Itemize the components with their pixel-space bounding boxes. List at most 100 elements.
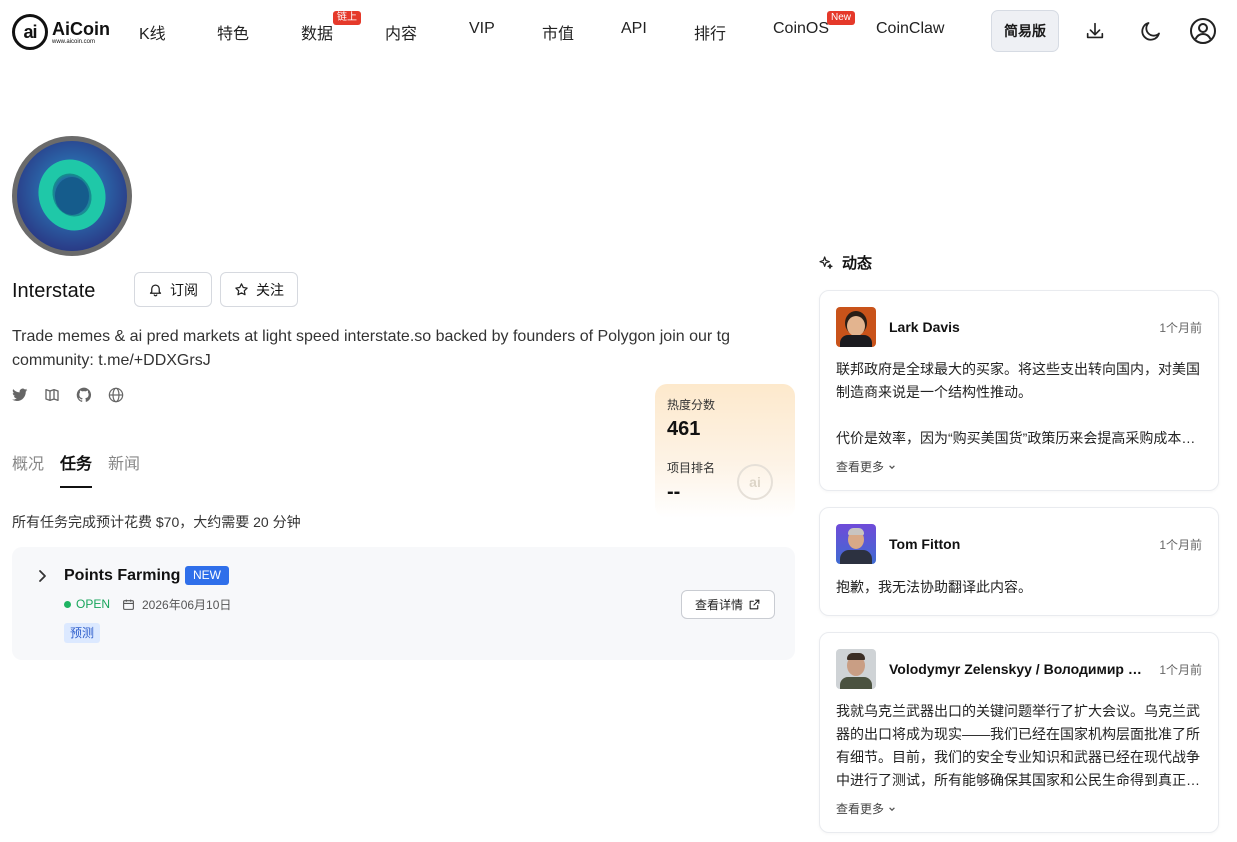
nav-label: CoinOS — [773, 20, 830, 37]
post-header: Lark Davis 1个月前 — [836, 307, 1202, 347]
feed-post[interactable]: Tom Fitton 1个月前 抱歉，我无法协助翻译此内容。 — [819, 507, 1219, 616]
post-paragraph: 代价是效率，因为“购买美国货”政策历来会提高采购成本，而且供应链也需要时间调整。 — [836, 430, 1200, 446]
task-card[interactable]: Points Farming NEW OPEN 2026年06月10日 预测 查… — [12, 547, 795, 660]
feed-title: 动态 — [842, 255, 873, 272]
user-icon[interactable] — [1189, 17, 1217, 45]
tab-news[interactable]: 新闻 — [108, 450, 140, 488]
aicoin-watermark-icon: ai — [737, 464, 773, 500]
task-status: OPEN — [64, 597, 110, 611]
post-paragraph: 联邦政府是全球最大的买家。将这些支出转向国内，对美国制造商来说是一个结构性推动。 — [836, 361, 1200, 400]
avatar[interactable] — [836, 649, 876, 689]
subscribe-button[interactable]: 订阅 — [134, 272, 212, 307]
task-date: 2026年06月10日 — [122, 596, 231, 613]
show-more-label: 查看更多 — [836, 460, 885, 474]
tab-overview[interactable]: 概况 — [12, 450, 44, 488]
project-name: Interstate — [12, 280, 96, 302]
post-header: Volodymyr Zelenskyy / Володимир Зеленськ… — [836, 649, 1202, 689]
heat-score-label: 热度分数 — [667, 398, 716, 412]
view-details-button[interactable]: 查看详情 — [681, 590, 775, 619]
nav-label: K线 — [139, 26, 166, 43]
project-avatar — [12, 136, 132, 256]
follow-button[interactable]: 关注 — [220, 272, 298, 307]
status-label: OPEN — [76, 597, 111, 611]
project-description: Trade memes & ai pred markets at light s… — [12, 328, 731, 369]
download-icon[interactable] — [1081, 17, 1109, 45]
author-name[interactable]: Tom Fitton — [889, 536, 960, 552]
post-time: 1个月前 — [1159, 662, 1202, 677]
gitbook-icon[interactable] — [44, 386, 60, 404]
page: ai AiCoin www.aicoin.com K线 特色 数据 链上 内容 V… — [0, 0, 1237, 842]
logo-url: www.aicoin.com — [52, 38, 96, 45]
heat-score-value: 461 — [667, 418, 701, 440]
author-name[interactable]: Volodymyr Zelenskyy / Володимир Зеленськ… — [889, 661, 1149, 677]
show-more-label: 查看更多 — [836, 802, 885, 816]
nav-label: CoinClaw — [876, 20, 945, 37]
feed-header: 动态 — [818, 252, 872, 273]
nav-item-ranking[interactable]: 排行 — [694, 20, 726, 44]
bell-icon — [149, 284, 162, 297]
logo-core — [55, 177, 89, 215]
github-icon[interactable] — [76, 386, 92, 404]
post-header: Tom Fitton 1个月前 — [836, 524, 1202, 564]
logo-title: AiCoin — [52, 18, 110, 39]
sparkle-icon — [819, 255, 833, 269]
chevron-right-icon[interactable] — [36, 569, 48, 583]
post-time: 1个月前 — [1159, 320, 1202, 335]
author-name[interactable]: Lark Davis — [889, 319, 960, 335]
nav-label: 市值 — [542, 26, 575, 43]
top-nav: ai AiCoin www.aicoin.com K线 特色 数据 链上 内容 V… — [0, 0, 1237, 62]
tab-tasks[interactable]: 任务 — [60, 450, 93, 488]
feed-post[interactable]: Volodymyr Zelenskyy / Володимир Зеленськ… — [819, 632, 1219, 833]
nav-item-market-cap[interactable]: 市值 — [542, 20, 574, 44]
date-label: 2026年06月10日 — [142, 598, 232, 612]
onchain-badge: 链上 — [333, 11, 361, 25]
logo-text: AiCoin www.aicoin.com — [52, 20, 110, 45]
nav-item-coinclaw[interactable]: CoinClaw — [876, 20, 944, 38]
show-more-button[interactable]: 查看更多 — [836, 800, 896, 817]
social-links — [12, 386, 124, 404]
new-badge: New — [827, 11, 856, 25]
calendar-icon — [123, 599, 134, 610]
nav-item-kline[interactable]: K线 — [139, 20, 166, 44]
nav-item-coinos[interactable]: CoinOS New — [773, 11, 856, 38]
nav-label: VIP — [469, 20, 495, 37]
subscribe-label: 订阅 — [170, 281, 198, 298]
project-logo-image — [17, 141, 127, 251]
twitter-icon[interactable] — [12, 386, 28, 404]
feed-post[interactable]: Lark Davis 1个月前 联邦政府是全球最大的买家。将这些支出转向国内，对… — [819, 290, 1219, 491]
nav-label: 排行 — [694, 26, 727, 43]
status-dot-icon — [64, 600, 71, 608]
task-summary: 所有任务完成预计花费 $70，大约需要 20 分钟 — [12, 514, 301, 530]
nav-item-content[interactable]: 内容 — [385, 20, 417, 44]
external-link-icon — [749, 599, 760, 610]
avatar[interactable] — [836, 524, 876, 564]
show-more-button[interactable]: 查看更多 — [836, 458, 896, 475]
project-tabs: 概况 任务 新闻 — [12, 450, 140, 488]
aicoin-logo-icon: ai — [12, 14, 48, 50]
post-paragraph: 抱歉，我无法协助翻译此内容。 — [836, 579, 1032, 595]
post-time: 1个月前 — [1159, 537, 1202, 552]
avatar[interactable] — [836, 307, 876, 347]
post-paragraph: 我就乌克兰武器出口的关键问题举行了扩大会议。乌克兰武器的出口将成为现实——我们已… — [836, 703, 1200, 788]
follow-label: 关注 — [256, 281, 284, 298]
nav-label: API — [621, 20, 647, 37]
chevron-down-icon — [889, 464, 895, 469]
moon-icon[interactable] — [1137, 17, 1165, 45]
aicoin-logo[interactable]: ai AiCoin www.aicoin.com — [12, 13, 110, 51]
new-tag: NEW — [185, 566, 229, 585]
simple-mode-button[interactable]: 简易版 — [991, 10, 1059, 52]
nav-label: 数据 — [301, 26, 334, 43]
score-card: 热度分数 461 项目排名 -- ai — [655, 384, 795, 518]
nav-label: 内容 — [385, 26, 418, 43]
nav-item-data[interactable]: 数据 链上 — [301, 11, 361, 44]
nav-label: 特色 — [217, 26, 250, 43]
star-icon — [235, 283, 248, 296]
view-details-label: 查看详情 — [694, 598, 743, 612]
globe-icon[interactable] — [108, 386, 124, 404]
nav-item-vip[interactable]: VIP — [469, 20, 495, 38]
nav-item-api[interactable]: API — [621, 20, 647, 38]
chevron-down-icon — [889, 806, 895, 811]
category-tag: 预测 — [64, 623, 101, 643]
nav-item-features[interactable]: 特色 — [217, 20, 249, 44]
task-title: Points Farming — [64, 567, 181, 584]
